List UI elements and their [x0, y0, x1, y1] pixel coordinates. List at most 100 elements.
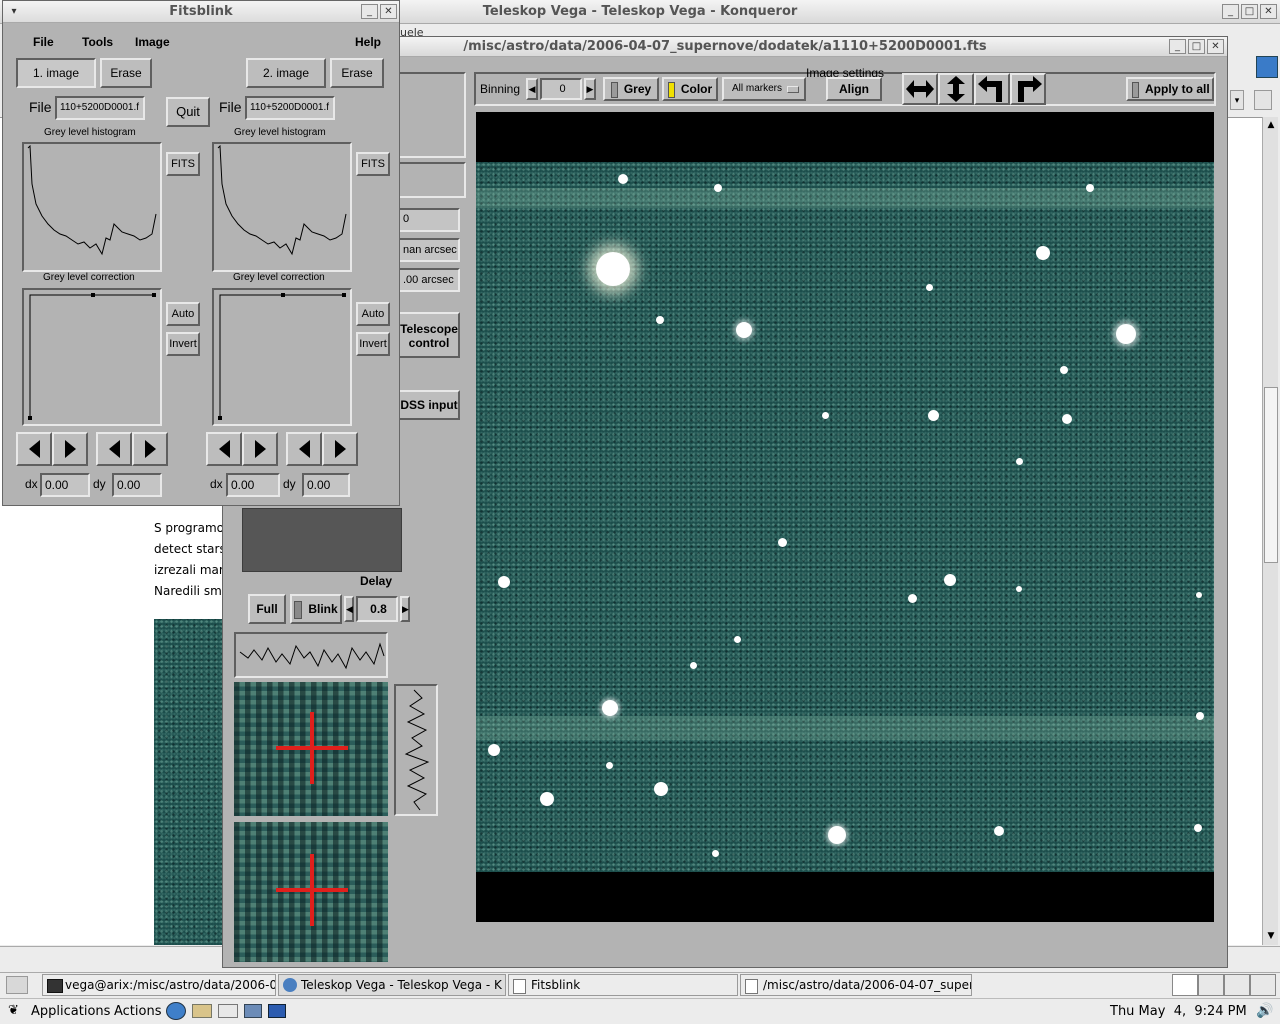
rotate-right-button[interactable] [1010, 73, 1046, 105]
align-button[interactable]: Align [826, 77, 882, 101]
editor-launcher-icon[interactable] [218, 1004, 238, 1018]
auto-1-button[interactable]: Auto [166, 302, 200, 326]
menu-tools[interactable]: Tools [82, 35, 113, 49]
workspace-1[interactable] [1172, 974, 1198, 996]
applications-menu[interactable]: Applications [31, 1004, 110, 1019]
fits-1-button[interactable]: FITS [166, 152, 200, 176]
image-band-1 [476, 188, 1214, 208]
left-2a-button[interactable] [206, 432, 242, 466]
main-close-button[interactable]: ✕ [1207, 39, 1224, 54]
delay-field[interactable]: 0.8 [356, 596, 398, 622]
konqueror-search-icon[interactable] [1256, 56, 1278, 78]
actions-menu[interactable]: Actions [114, 1004, 162, 1019]
task-image-window[interactable]: /misc/astro/data/2006-04-07_supern [740, 974, 972, 996]
delay-increase-button[interactable]: ▶ [400, 596, 410, 622]
fitsblink-minimize-button[interactable]: _ [361, 4, 378, 19]
delay-decrease-button[interactable]: ◀ [344, 596, 354, 622]
dx-2-field[interactable]: 0.00 [226, 473, 280, 497]
browser-launcher-icon[interactable] [166, 1002, 186, 1020]
invert-2-button[interactable]: Invert [356, 332, 390, 356]
markers-dropdown[interactable]: All markers [722, 77, 806, 101]
volume-icon[interactable]: 🔊 [1256, 1002, 1274, 1020]
flip-horizontal-button[interactable] [902, 73, 938, 105]
info-field-partial[interactable]: 0 [398, 208, 460, 232]
invert-1-button[interactable]: Invert [166, 332, 200, 356]
grey-toggle[interactable]: Grey [603, 77, 659, 101]
fitsblink-titlebar[interactable]: Fitsblink [3, 1, 399, 23]
right-2a-button[interactable] [242, 432, 278, 466]
mail-launcher-icon[interactable] [192, 1004, 212, 1018]
fits-image-canvas[interactable] [476, 162, 1214, 872]
task-fitsblink[interactable]: Fitsblink [508, 974, 738, 996]
left-1b-button[interactable] [96, 432, 132, 466]
star [822, 412, 829, 419]
apply-to-all-toggle[interactable]: Apply to all [1126, 77, 1214, 101]
fitsblink-close-button[interactable]: ✕ [380, 4, 397, 19]
erase-1-button[interactable]: Erase [100, 58, 152, 88]
scroll-down-icon[interactable]: ▼ [1264, 929, 1278, 943]
scroll-up-icon[interactable]: ▲ [1264, 118, 1278, 132]
file-launcher-icon[interactable] [244, 1004, 262, 1018]
dy-1-field[interactable]: 0.00 [112, 473, 162, 497]
task-konqueror[interactable]: Teleskop Vega - Teleskop Vega - K [278, 974, 506, 996]
histogram-1-curve [27, 144, 157, 256]
vertical-arrows-icon [947, 76, 965, 102]
konqueror-page-text-2: detect stars [154, 542, 226, 556]
foot-icon[interactable]: ❦ [8, 1003, 22, 1019]
konqueror-maximize-button[interactable]: □ [1241, 4, 1258, 19]
dy-2-field[interactable]: 0.00 [302, 473, 350, 497]
quit-button[interactable]: Quit [166, 97, 210, 127]
konqueror-scrollbar[interactable]: ▲ ▼ [1262, 117, 1278, 945]
full-button[interactable]: Full [248, 594, 286, 624]
image-1-button[interactable]: 1. image [16, 58, 96, 88]
menu-file[interactable]: File [33, 35, 54, 49]
fitsblink-window-menu-icon[interactable]: ▾ [7, 5, 21, 19]
fitsblink-title: Fitsblink [169, 4, 233, 19]
file-2-field[interactable]: 110+5200D0001.f [245, 96, 335, 120]
main-maximize-button[interactable]: □ [1188, 39, 1205, 54]
konqueror-dropdown-icon[interactable]: ▾ [1230, 90, 1244, 110]
crosshair-vertical-1 [310, 712, 314, 784]
left-1a-button[interactable] [16, 432, 52, 466]
workspace-3[interactable] [1224, 974, 1250, 996]
dss-input-button[interactable]: DSS input [398, 390, 460, 420]
scroll-thumb[interactable] [1264, 387, 1278, 563]
menu-image[interactable]: Image [135, 35, 170, 49]
main-minimize-button[interactable]: _ [1169, 39, 1186, 54]
image-border-top [476, 112, 1214, 162]
blink-button[interactable]: Blink [290, 594, 342, 624]
right-1b-button[interactable] [132, 432, 168, 466]
konqueror-close-button[interactable]: ✕ [1260, 4, 1277, 19]
panel-clock[interactable]: Thu May 4, 9:24 PM [1110, 1004, 1247, 1019]
workspace-2[interactable] [1198, 974, 1224, 996]
rotate-left-button[interactable] [974, 73, 1010, 105]
workspace-4[interactable] [1250, 974, 1276, 996]
star [656, 316, 664, 324]
konqueror-minimize-button[interactable]: _ [1222, 4, 1239, 19]
arcsec-field-1[interactable]: nan arcsec [398, 238, 460, 262]
screen-launcher-icon[interactable] [268, 1004, 286, 1018]
task-terminal[interactable]: vega@arix:/misc/astro/data/2006-04 [42, 974, 276, 996]
flip-vertical-button[interactable] [938, 73, 974, 105]
right-2b-button[interactable] [322, 432, 358, 466]
file-1-field[interactable]: 110+5200D0001.f [55, 96, 145, 120]
show-desktop-icon[interactable] [6, 976, 28, 994]
binning-increase-button[interactable]: ▶ [584, 78, 596, 100]
telescope-control-button[interactable]: Telescope control [398, 312, 460, 358]
fits-2-button[interactable]: FITS [356, 152, 390, 176]
left-2b-button[interactable] [286, 432, 322, 466]
auto-2-button[interactable]: Auto [356, 302, 390, 326]
image-2-button[interactable]: 2. image [246, 58, 326, 88]
star [1062, 414, 1072, 424]
erase-2-button[interactable]: Erase [330, 58, 384, 88]
binning-field[interactable]: 0 [540, 78, 582, 100]
menu-help[interactable]: Help [355, 35, 381, 49]
color-toggle[interactable]: Color [662, 77, 718, 101]
workspace-switcher[interactable] [1172, 974, 1276, 996]
binning-decrease-button[interactable]: ◀ [526, 78, 538, 100]
dx-1-field[interactable]: 0.00 [40, 473, 90, 497]
right-1a-button[interactable] [52, 432, 88, 466]
konqueror-bookmark-icon[interactable] [1254, 90, 1272, 110]
arcsec-field-2[interactable]: .00 arcsec [398, 268, 460, 292]
dy-2-label: dy [283, 477, 296, 491]
